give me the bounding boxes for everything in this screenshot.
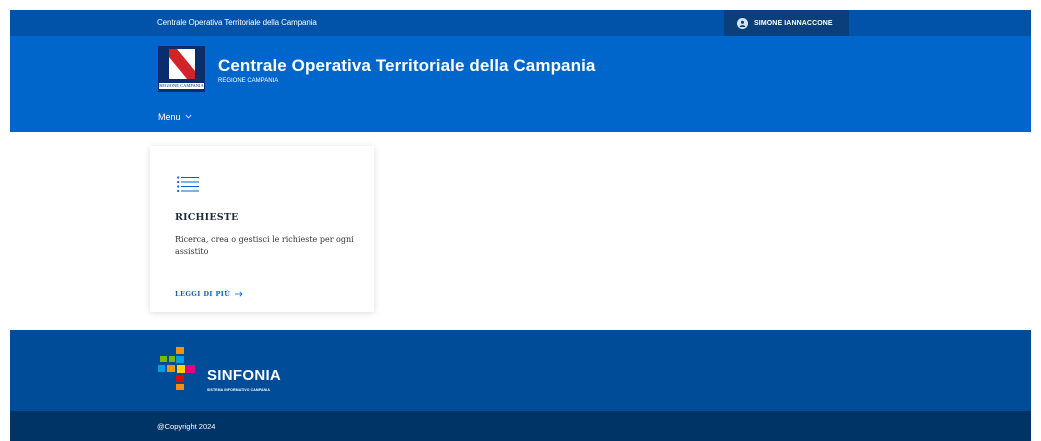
user-name: SIMONE IANNACCONE (754, 19, 833, 27)
coat-of-arms-icon (168, 49, 195, 79)
slim-header: Centrale Operativa Territoriale della Ca… (10, 10, 1031, 36)
site-title[interactable]: Centrale Operativa Territoriale della Ca… (218, 56, 595, 76)
user-menu-button[interactable]: SIMONE IANNACCONE (724, 10, 849, 36)
slim-header-title[interactable]: Centrale Operativa Territoriale della Ca… (157, 18, 317, 27)
arrow-right-icon (235, 289, 243, 299)
menu-button[interactable]: Menu (158, 112, 192, 122)
center-header: REGIONE CAMPANIA Centrale Operativa Terr… (10, 36, 1031, 132)
copyright-text: @Copyright 2024 (157, 422, 216, 431)
regione-campania-logo[interactable]: REGIONE CAMPANIA (158, 46, 205, 92)
sinfonia-subtitle: SISTEMA INFORMATIVO CAMPANIA (207, 388, 271, 392)
card-richieste: RICHIESTE Ricerca, crea o gestisci le ri… (150, 146, 374, 312)
read-more-link[interactable]: LEGGI DI PIÙ (175, 289, 243, 299)
sinfonia-name: SINFONIA (207, 367, 282, 384)
menu-label: Menu (158, 112, 181, 122)
read-more-label: LEGGI DI PIÙ (175, 290, 231, 298)
chevron-down-icon (184, 114, 192, 121)
footer: SINFONIA SISTEMA INFORMATIVO CAMPANIA (10, 330, 1031, 411)
card-title: RICHIESTE (175, 212, 239, 223)
site-subtitle: REGIONE CAMPANIA (218, 78, 279, 84)
list-icon (177, 176, 199, 197)
card-description: Ricerca, crea o gestisci le richieste pe… (175, 235, 354, 256)
copyright-bar: @Copyright 2024 (10, 411, 1031, 441)
user-avatar-icon (737, 17, 748, 29)
logo-caption: REGIONE CAMPANIA (159, 83, 204, 89)
sinfonia-logo-icon[interactable] (158, 347, 206, 400)
